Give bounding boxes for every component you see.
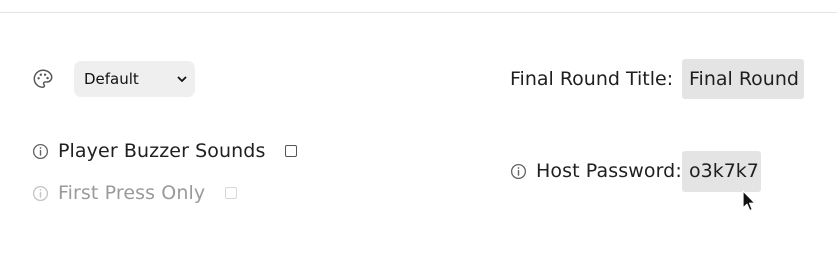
host-password-label: Host Password:	[536, 160, 682, 182]
buzzer-sounds-label: Player Buzzer Sounds	[58, 140, 266, 162]
top-divider	[0, 12, 837, 13]
info-icon[interactable]	[510, 163, 527, 180]
first-press-label: First Press Only	[58, 182, 206, 204]
theme-select[interactable]: Default	[74, 61, 195, 97]
host-password-row: Host Password:	[510, 158, 682, 184]
info-icon[interactable]	[32, 143, 49, 160]
first-press-row: First Press Only	[32, 180, 238, 206]
mouse-cursor-icon	[742, 190, 756, 212]
first-press-checkbox[interactable]	[225, 187, 238, 199]
palette-icon	[33, 69, 53, 88]
buzzer-sounds-row: Player Buzzer Sounds	[32, 138, 298, 164]
buzzer-sounds-checkbox[interactable]	[285, 145, 298, 157]
settings-panel: Default Player Buzzer Sounds First Press…	[0, 0, 837, 275]
final-round-title-input[interactable]: Final Round	[682, 59, 804, 99]
chevron-down-icon	[177, 76, 187, 82]
info-icon[interactable]	[32, 185, 49, 202]
host-password-input[interactable]: o3k7k7	[682, 151, 761, 192]
theme-select-value: Default	[84, 70, 139, 88]
final-round-title-label: Final Round Title:	[510, 68, 674, 90]
